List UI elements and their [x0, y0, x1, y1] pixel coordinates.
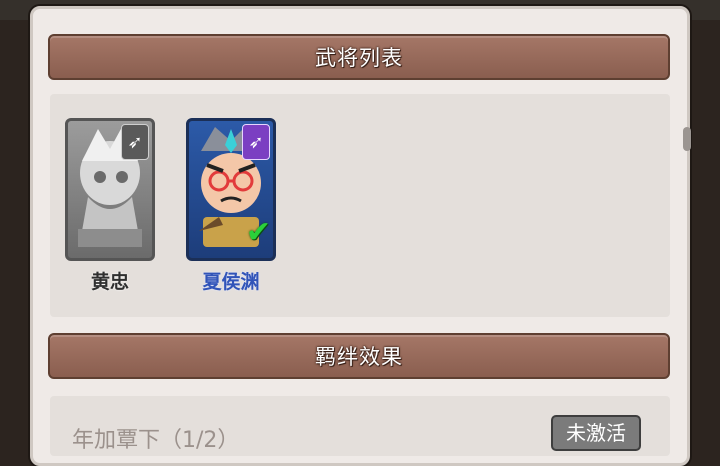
bond-name: 年加覃下（1/2）: [72, 428, 240, 453]
bond-status-button[interactable]: 未激活: [551, 415, 641, 451]
bow-icon: ➶: [242, 124, 270, 160]
check-icon: ✔: [245, 215, 271, 250]
hero-card[interactable]: ➶ 黄忠: [65, 118, 155, 294]
hero-name: 黄忠: [90, 271, 129, 293]
hero-card[interactable]: ➶ ✔ 夏侯渊: [186, 118, 276, 294]
hero-portrait: ➶ ✔: [186, 118, 276, 261]
hero-list-header: 武将列表: [48, 34, 670, 80]
scrollbar[interactable]: [683, 127, 691, 151]
bow-icon: ➶: [121, 124, 149, 160]
bond-effect-header: 羁绊效果: [48, 333, 670, 379]
hero-list-title: 武将列表: [315, 46, 403, 70]
hero-name: 夏侯渊: [202, 271, 260, 293]
bond-effect-title: 羁绊效果: [315, 345, 403, 369]
hero-portrait: ➶: [65, 118, 155, 261]
